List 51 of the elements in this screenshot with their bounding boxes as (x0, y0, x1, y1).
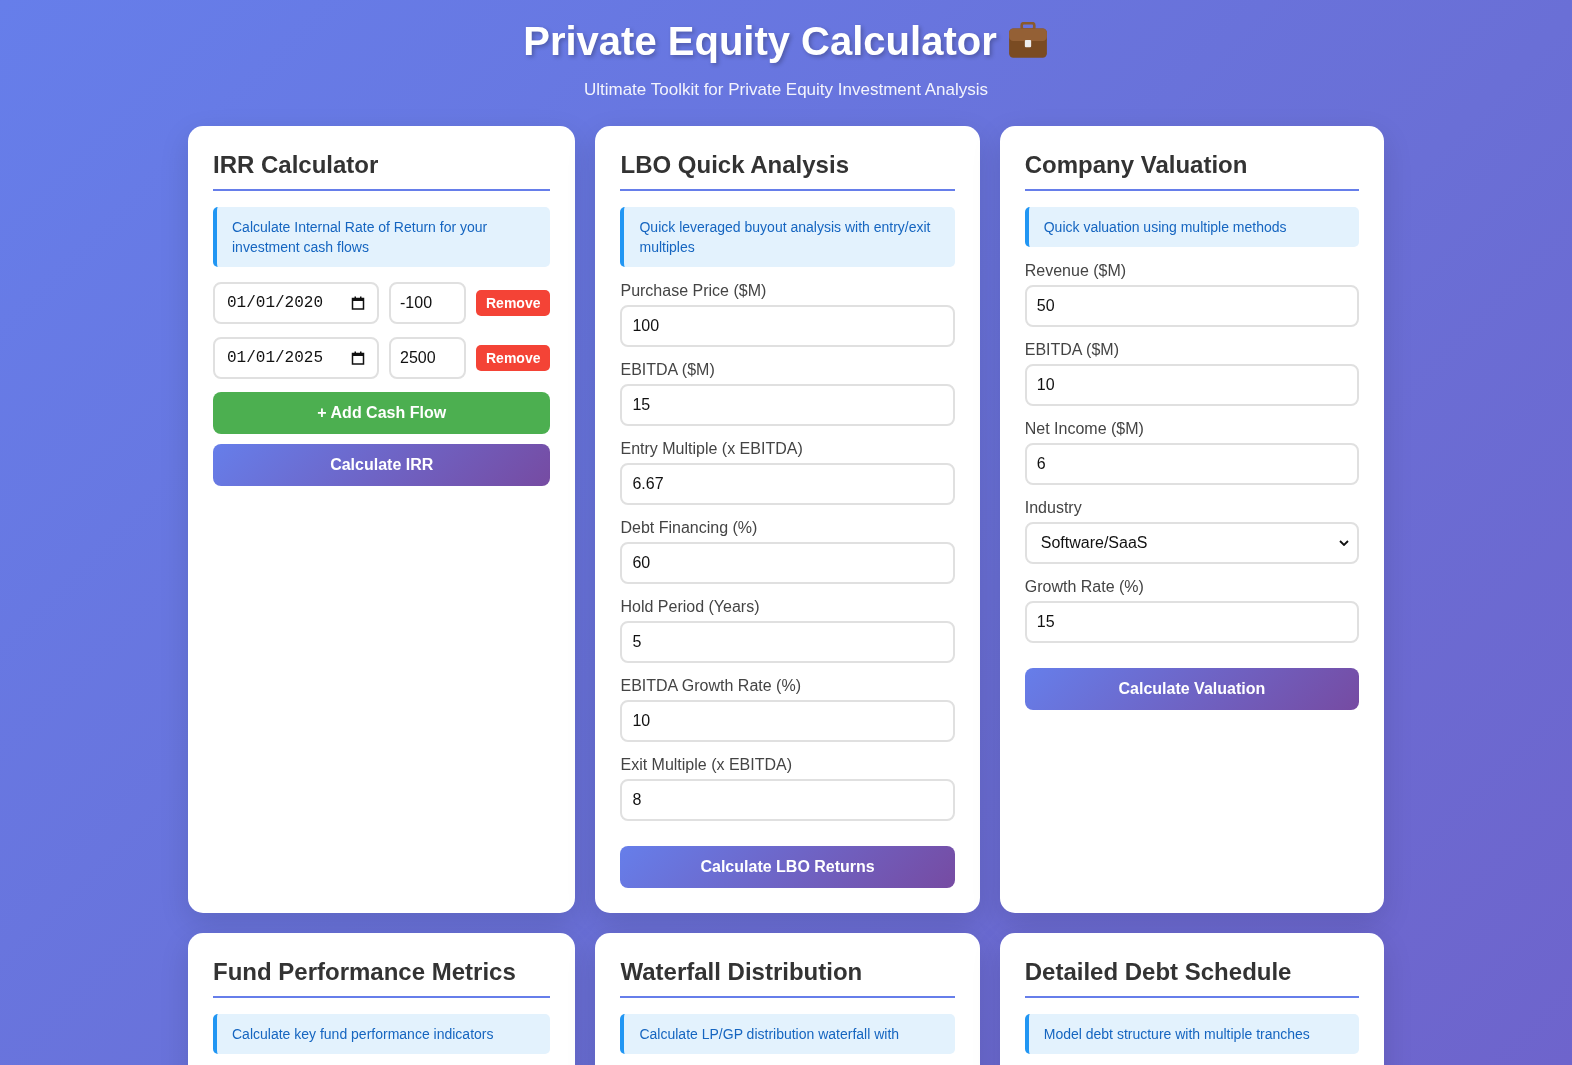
field-label: Net Income ($M) (1024, 420, 1145, 438)
page-subtitle: Ultimate Toolkit for Private Equity Investment Analysis (582, 80, 990, 100)
info-note: Quick valuation using multiple methods (1024, 207, 1359, 247)
input-field[interactable]: 6 (1024, 443, 1359, 485)
chevron-down-icon (1339, 540, 1349, 546)
info-note: Calculate Internal Rate of Return for your investment cash flows (213, 207, 551, 267)
date-field[interactable]: 01/01/2020 (213, 282, 379, 324)
field-label: Entry Multiple (x EBITDA) (620, 440, 804, 458)
card-title: Fund Performance Metrics (213, 958, 551, 998)
input-field[interactable]: 5 (620, 621, 955, 663)
input-field[interactable]: 60 (620, 542, 955, 584)
input-field[interactable]: 10 (1024, 364, 1359, 406)
briefcase-icon (1006, 22, 1049, 60)
card-title: Company Valuation (1024, 151, 1359, 191)
calendar-icon[interactable] (351, 296, 365, 310)
field-label: Revenue ($M) (1024, 262, 1128, 280)
info-note: Model debt structure with multiple tranches (1024, 1014, 1359, 1054)
field-label: EBITDA ($M) (620, 361, 716, 379)
field-label: Purchase Price ($M) (620, 282, 768, 300)
input-field[interactable]: 6.67 (620, 463, 955, 505)
field-label: Hold Period (Years) (620, 598, 761, 616)
field-label: EBITDA ($M) (1024, 341, 1120, 359)
field-label: Debt Financing (%) (620, 519, 759, 537)
field-label: Industry (1024, 499, 1083, 517)
info-note: Quick leveraged buyout analysis with entry/exit multiples (620, 207, 955, 267)
input-field[interactable]: 8 (620, 779, 955, 821)
info-note: Calculate LP/GP distribution waterfall with (620, 1014, 955, 1054)
card-title: IRR Calculator (213, 151, 551, 191)
remove-button[interactable]: Remove (476, 345, 551, 371)
calculate-button[interactable]: Calculate Valuation (1024, 668, 1359, 710)
input-field[interactable]: 50 (1024, 285, 1359, 327)
calendar-icon[interactable] (351, 351, 365, 365)
card-title: Waterfall Distribution (620, 958, 955, 998)
input-field[interactable]: 15 (620, 384, 955, 426)
calculate-button[interactable]: Calculate IRR (213, 444, 551, 486)
date-field[interactable]: 01/01/2025 (213, 337, 379, 379)
field-label: EBITDA Growth Rate (%) (620, 677, 802, 695)
input-field[interactable]: 15 (1024, 601, 1359, 643)
card-title: LBO Quick Analysis (620, 151, 955, 191)
info-note: Calculate key fund performance indicators (213, 1014, 551, 1054)
industry-select[interactable]: Software/SaaS (1024, 522, 1359, 564)
page-title: Private Equity Calculator (523, 18, 997, 65)
card-title: Detailed Debt Schedule (1024, 958, 1359, 998)
field-label: Exit Multiple (x EBITDA) (620, 756, 794, 774)
amount-field[interactable]: 2500 (389, 337, 466, 379)
input-field[interactable]: 10 (620, 700, 955, 742)
remove-button[interactable]: Remove (476, 290, 551, 316)
input-field[interactable]: 100 (620, 305, 955, 347)
amount-field[interactable]: -100 (389, 282, 466, 324)
calculate-button[interactable]: Calculate LBO Returns (620, 846, 955, 888)
field-label: Growth Rate (%) (1024, 578, 1145, 596)
